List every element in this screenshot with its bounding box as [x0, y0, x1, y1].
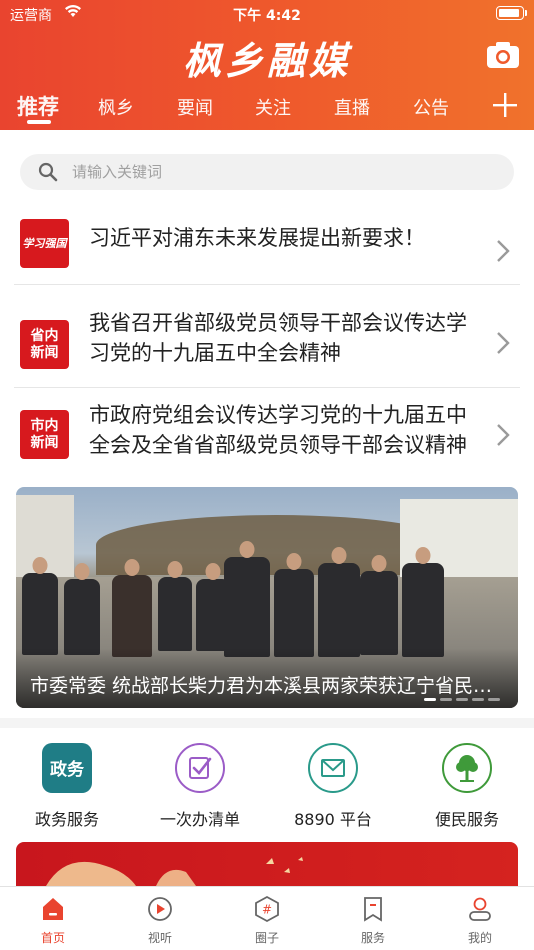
- chevron-right-icon: [497, 424, 510, 446]
- service-checklist[interactable]: 一次办清单: [145, 742, 255, 830]
- svg-text:#: #: [262, 903, 272, 917]
- tabbar-label: 服务: [360, 931, 385, 945]
- banner-photo-person: [22, 573, 58, 655]
- banner-photo-person: [360, 571, 398, 655]
- play-icon: [148, 897, 172, 921]
- chevron-right-icon: [497, 240, 510, 262]
- tabbar-label: 我的: [467, 931, 492, 945]
- tabbar-video[interactable]: 视听: [128, 895, 192, 946]
- tab-headlines[interactable]: 要闻: [177, 94, 213, 120]
- news-title: 习近平对浦东未来发展提出新要求！: [89, 226, 425, 250]
- news-item[interactable]: 市内新闻 市政府党组会议传达学习党的十九届五中全会及全省省部级党员领导干部会议精…: [14, 390, 520, 480]
- service-label: 一次办清单: [159, 810, 240, 829]
- home-icon: [43, 898, 63, 920]
- carousel-dot: [440, 698, 452, 701]
- banner-photo-person: [402, 563, 444, 657]
- service-label: 便民服务: [434, 810, 499, 829]
- banner-photo-person: [64, 579, 100, 655]
- news-item[interactable]: 省内新闻 我省召开省部级党员领导干部会议传达学习党的十九届五中全会精神: [14, 298, 520, 388]
- hashtag-icon: #: [255, 895, 279, 923]
- featured-banner[interactable]: 市委常委 统战部长柴力君为本溪县两家荣获辽宁省民族团结进步模范集体授牌: [16, 487, 518, 708]
- banner-photo-person: [224, 557, 270, 657]
- tab-recommend[interactable]: 推荐: [17, 91, 59, 121]
- service-convenience[interactable]: 便民服务: [412, 742, 522, 830]
- carousel-dot: [456, 698, 468, 701]
- tabbar-label: 视听: [147, 931, 172, 945]
- app-title: 枫乡融媒: [182, 38, 351, 83]
- news-badge: 市内新闻: [20, 410, 69, 459]
- promo-decoration: [46, 857, 303, 886]
- banner-photo-person: [112, 575, 152, 657]
- promo-banner[interactable]: [16, 842, 518, 886]
- search-input[interactable]: [72, 154, 492, 190]
- banner-photo-person: [318, 563, 360, 657]
- tabbar-home[interactable]: 首页: [21, 895, 85, 946]
- tab-follow[interactable]: 关注: [255, 94, 291, 120]
- service-label: 8890 平台: [294, 810, 372, 829]
- mail-icon: [308, 743, 358, 793]
- tabbar-label: 首页: [40, 931, 65, 945]
- bottom-tab-bar: 首页 视听 # 圈子 服务 我的: [0, 886, 534, 950]
- battery-icon: [496, 6, 527, 20]
- tab-fengxiang[interactable]: 枫乡: [98, 94, 134, 120]
- tabbar-circle[interactable]: # 圈子: [235, 895, 299, 946]
- channel-tabs: 推荐 枫乡 要闻 关注 直播 公告: [0, 88, 534, 128]
- service-8890[interactable]: 8890 平台: [278, 742, 388, 830]
- active-tab-indicator: [27, 120, 51, 124]
- tabbar-service[interactable]: 服务: [341, 895, 405, 946]
- news-item[interactable]: 学习强国 习近平对浦东未来发展提出新要求！: [14, 195, 520, 285]
- banner-photo-person: [158, 577, 192, 651]
- carousel-dot: [488, 698, 500, 701]
- government-affairs-icon: 政务: [42, 743, 92, 793]
- app-header: 运营商 下午 4:42 枫乡融媒 推荐 枫乡 要闻 关注 直播 公告: [0, 0, 534, 130]
- news-title: 我省召开省部级党员领导干部会议传达学习党的十九届五中全会精神: [89, 311, 467, 365]
- carousel-dot: [472, 698, 484, 701]
- tabbar-profile[interactable]: 我的: [448, 895, 512, 946]
- tab-notice[interactable]: 公告: [413, 94, 449, 120]
- news-title: 市政府党组会议传达学习党的十九届五中全会及全省省部级党员领导干部会议精神: [89, 403, 467, 457]
- service-government[interactable]: 政务 政务服务: [12, 742, 122, 830]
- chevron-right-icon: [497, 332, 510, 354]
- banner-caption: 市委常委 统战部长柴力君为本溪县两家荣获辽宁省民族团结进步模范集体授牌: [30, 675, 510, 697]
- camera-icon[interactable]: [486, 40, 520, 70]
- status-bar: 运营商 下午 4:42: [0, 0, 534, 28]
- tree-icon: [442, 743, 492, 793]
- checklist-icon: [175, 743, 225, 793]
- carousel-indicator: [424, 698, 500, 702]
- bookmark-icon: [364, 897, 382, 922]
- search-bar[interactable]: [20, 154, 514, 190]
- news-badge: 省内新闻: [20, 320, 69, 369]
- service-label: 政务服务: [34, 810, 99, 829]
- news-badge-label: 学习强国: [22, 237, 67, 250]
- profile-icon: [469, 897, 491, 921]
- tabbar-label: 圈子: [254, 931, 279, 945]
- government-icon-text: 政务: [50, 759, 85, 780]
- tab-live[interactable]: 直播: [334, 94, 370, 120]
- add-channel-icon[interactable]: [492, 92, 518, 118]
- battery-level: [499, 9, 519, 17]
- status-time: 下午 4:42: [233, 8, 301, 24]
- section-divider: [0, 718, 534, 728]
- carousel-dot: [424, 698, 436, 701]
- xuexi-qiangguo-logo: 学习强国: [20, 219, 69, 268]
- search-icon: [38, 162, 58, 182]
- banner-photo-person: [274, 569, 314, 657]
